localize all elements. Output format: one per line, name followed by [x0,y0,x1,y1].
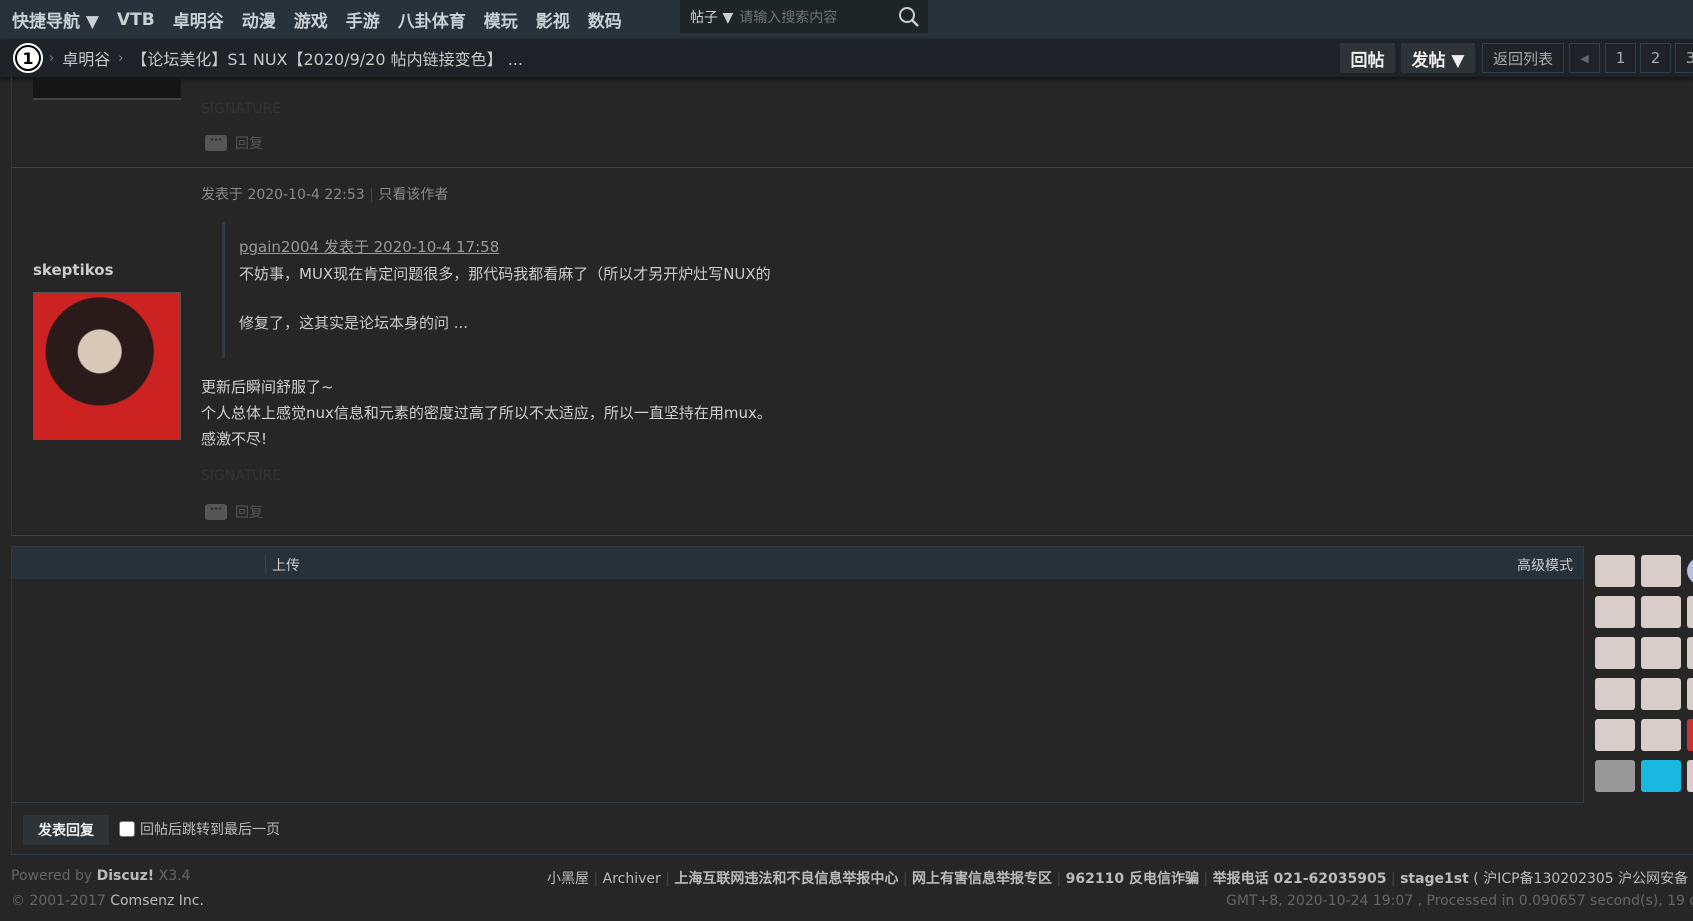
quote-author-link[interactable]: pgain2004 发表于 2020-10-4 17:58 [239,236,922,257]
nav-digital[interactable]: 数码 [588,7,622,32]
breadcrumb-forum[interactable]: 卓明谷 [62,46,110,70]
smiley-icon[interactable] [1687,637,1693,669]
comment-icon: ··· [205,504,227,520]
reply-button[interactable]: 回帖 [1340,43,1395,73]
avatar[interactable] [33,292,181,440]
smilies-panel [1595,555,1693,795]
chevron-right-icon: › [49,50,55,66]
search-box: 帖子 ▼ 请输入搜索内容 [680,0,928,33]
nav-gossip-sports[interactable]: 八卦体育 [398,7,466,32]
new-post-button[interactable]: 发帖 ▼ [1401,43,1475,73]
editor-toolbar: 上传 高级模式 [12,547,1583,579]
home-icon[interactable]: 1 [13,43,43,73]
page-2[interactable]: 2 [1640,43,1671,73]
discuz-link[interactable]: Discuz! [97,868,155,884]
nav-models[interactable]: 模玩 [484,7,518,32]
footer-stats: GMT+8, 2020-10-24 19:07 , Processed in 0… [1226,893,1693,909]
signature: SIGNATURE [201,468,282,484]
nav-vtb[interactable]: VTB [117,10,155,30]
body-line: 个人总体上感觉nux信息和元素的密度过高了所以不太适应，所以一直坚持在用mux。 [201,404,772,422]
search-type-select[interactable]: 帖子 ▼ [690,7,733,27]
body-line: 感激不尽! [201,430,268,448]
powered-by: Powered by Discuz! X3.4 [11,868,190,884]
quote-line: 修复了，这其实是论坛本身的问 ... [239,314,469,332]
breadcrumb-thread[interactable]: 【论坛美化】S1 NUX【2020/9/20 帖内链接变色】 ... [131,46,523,70]
smiley-icon[interactable] [1641,760,1681,792]
footer-link[interactable]: 小黑屋 [547,871,589,887]
footer-link[interactable]: 962110 反电信诈骗 [1066,871,1199,887]
smiley-icon[interactable] [1595,596,1635,628]
body-line: 更新后瞬间舒服了~ [201,378,334,396]
post: 发表于 2020-10-4 22:53 | 只看该作者 skeptikos pg… [11,168,1693,536]
smiley-icon[interactable] [1595,760,1635,792]
chevron-right-icon: › [118,50,124,66]
nav-film[interactable]: 影视 [536,7,570,32]
nav-anime[interactable]: 动漫 [242,7,276,32]
nav-mobile-games[interactable]: 手游 [346,7,380,32]
footer-link[interactable]: 网上有害信息举报专区 [912,871,1052,887]
post-meta: 发表于 2020-10-4 22:53 | 只看该作者 [201,187,449,203]
version: X3.4 [158,868,191,884]
powered-label: Powered by [11,868,93,884]
jump-last-page-label: 回帖后跳转到最后一页 [140,822,280,838]
nav-games[interactable]: 游戏 [294,7,328,32]
footer-link[interactable]: ( 沪ICP备130202305 沪公网安备 [1473,871,1688,887]
page-3[interactable]: 3 [1675,43,1693,73]
signature: SIGNATURE [201,101,282,117]
reply-editor: 上传 高级模式 [11,546,1584,803]
footer-links: 小黑屋 | Archiver | 上海互联网违法和不良信息举报中心 | 网上有害… [547,871,1689,887]
smiley-icon[interactable] [1687,596,1693,628]
copyright: © 2001-2017 Comsenz Inc. [11,893,204,909]
footer-link[interactable]: 上海互联网违法和不良信息举报中心 [674,871,898,887]
search-input[interactable]: 请输入搜索内容 [739,7,898,27]
avatar [33,77,181,100]
submit-reply-button[interactable]: 发表回复 [23,815,109,845]
smiley-icon[interactable] [1595,555,1635,587]
reply-link[interactable]: ··· 回复 [205,133,263,153]
editor-textarea[interactable] [12,579,1583,802]
reply-label: 回复 [235,136,263,152]
nav-quick[interactable]: 快捷导航 ▼ [12,7,99,32]
smiley-icon[interactable] [1641,678,1681,710]
reply-label: 回复 [235,505,263,521]
copyright-years: © 2001-2017 [11,893,106,909]
post-body: 更新后瞬间舒服了~ 个人总体上感觉nux信息和元素的密度过高了所以不太适应，所以… [201,374,772,452]
quote-block: pgain2004 发表于 2020-10-4 17:58 不妨事，MUX现在肯… [222,222,922,358]
jump-last-page-checkbox[interactable] [119,821,135,837]
only-author-link[interactable]: 只看该作者 [378,187,448,203]
smiley-icon[interactable] [1687,678,1693,710]
smiley-icon[interactable] [1595,678,1635,710]
quote-line: 不妨事，MUX现在肯定问题很多，那代码我都看麻了（所以才另开炉灶写NUX的 [239,265,771,283]
comment-icon: ··· [205,135,227,151]
upload-button[interactable]: 上传 [265,555,300,575]
nav-zhuominggu[interactable]: 卓明谷 [173,7,224,32]
smiley-icon[interactable] [1687,760,1693,792]
smiley-icon[interactable] [1641,596,1681,628]
smiley-icon[interactable] [1641,637,1681,669]
footer-link[interactable]: stage1st [1400,871,1469,887]
search-icon[interactable] [898,6,920,28]
author-name[interactable]: skeptikos [33,261,114,279]
smiley-icon[interactable] [1641,555,1681,587]
post-time: 发表于 2020-10-4 22:53 [201,187,365,203]
previous-post: SIGNATURE ··· 回复 [11,77,1693,168]
back-to-list-button[interactable]: 返回列表 [1482,43,1564,73]
page-1[interactable]: 1 [1605,43,1636,73]
footer-link[interactable]: 举报电话 021-62035905 [1213,871,1387,887]
smiley-icon[interactable] [1687,555,1693,587]
prev-page-button[interactable]: ◀ [1569,43,1600,73]
smiley-icon[interactable] [1687,719,1693,751]
smiley-icon[interactable] [1595,719,1635,751]
footer-link[interactable]: Archiver [603,871,661,887]
smiley-icon[interactable] [1641,719,1681,751]
advanced-mode-link[interactable]: 高级模式 [1517,555,1573,575]
smiley-icon[interactable] [1595,637,1635,669]
reply-link[interactable]: ··· 回复 [205,502,263,522]
comsenz-link[interactable]: Comsenz Inc. [110,893,204,909]
submit-row: 发表回复 回帖后跳转到最后一页 [11,803,1693,855]
